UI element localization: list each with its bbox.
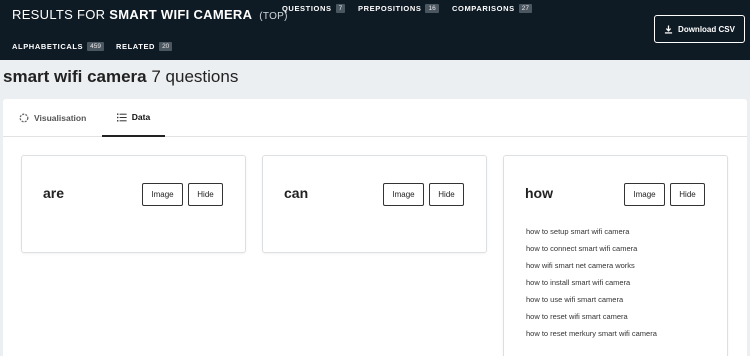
image-button[interactable]: Image: [624, 183, 665, 206]
hide-button[interactable]: Hide: [188, 183, 223, 206]
list-icon: [116, 113, 127, 121]
question-item[interactable]: how to use wifi smart camera: [526, 295, 657, 312]
nav-prepositions-label: PREPOSITIONS: [358, 4, 422, 13]
nav-prepositions-count: 16: [425, 4, 439, 13]
top-bar: RESULTS FOR SMART WIFI CAMERA (TOP) QUES…: [0, 0, 750, 60]
nav-alphabeticals-label: ALPHABETICALS: [12, 42, 84, 51]
tab-visualisation[interactable]: Visualisation: [19, 99, 86, 137]
page-title: smart wifi camera 7 questions: [3, 67, 238, 87]
circle-spinner-icon: [19, 113, 29, 123]
nav-related-count: 20: [159, 42, 173, 51]
question-item[interactable]: how to install smart wifi camera: [526, 278, 657, 295]
question-item[interactable]: how to connect smart wifi camera: [526, 244, 657, 261]
download-csv-button[interactable]: Download CSV: [654, 15, 745, 43]
page-title-keyword: smart wifi camera: [3, 67, 147, 86]
image-button[interactable]: Image: [142, 183, 183, 206]
nav-related-label: RELATED: [116, 42, 156, 51]
image-button[interactable]: Image: [383, 183, 424, 206]
hide-button[interactable]: Hide: [429, 183, 464, 206]
tab-visualisation-label: Visualisation: [34, 113, 87, 123]
hide-button[interactable]: Hide: [670, 183, 705, 206]
page-title-suffix: 7 questions: [146, 67, 239, 86]
card-title: can: [284, 185, 309, 201]
card-title: are: [43, 185, 65, 201]
question-card-can: can Image Hide: [262, 155, 487, 253]
download-icon: [664, 24, 673, 34]
question-item[interactable]: how to setup smart wifi camera: [526, 227, 657, 244]
nav-comparisons-label: COMPARISONS: [452, 4, 515, 13]
nav-questions[interactable]: QUESTIONS 7: [282, 4, 346, 13]
tab-data[interactable]: Data: [102, 99, 165, 137]
tab-data-label: Data: [131, 112, 151, 122]
question-item[interactable]: how to reset merkury smart wifi camera: [526, 329, 657, 346]
nav-comparisons-count: 27: [518, 4, 532, 13]
nav-alphabeticals-count: 459: [87, 42, 104, 51]
results-keyword: SMART WIFI CAMERA: [109, 7, 253, 22]
nav-related[interactable]: RELATED 20: [116, 42, 173, 51]
nav-questions-count: 7: [335, 4, 346, 13]
question-item[interactable]: how to reset wifi smart camera: [526, 312, 657, 329]
question-item[interactable]: how wifi smart net camera works: [526, 261, 657, 278]
question-card-how: how Image Hide how to setup smart wifi c…: [503, 155, 728, 356]
nav-alphabeticals[interactable]: ALPHABETICALS 459: [12, 42, 104, 51]
results-prefix: RESULTS FOR: [12, 7, 106, 22]
card-title: how: [525, 185, 553, 201]
results-panel: Visualisation Data are Image Hide can Im…: [3, 99, 747, 356]
question-list: how to setup smart wifi camera how to co…: [526, 227, 657, 346]
nav-prepositions[interactable]: PREPOSITIONS 16: [358, 4, 439, 13]
download-csv-label: Download CSV: [678, 24, 735, 34]
tab-bar: Visualisation Data: [3, 99, 747, 137]
question-card-are: are Image Hide: [21, 155, 246, 253]
nav-questions-label: QUESTIONS: [282, 4, 332, 13]
nav-comparisons[interactable]: COMPARISONS 27: [452, 4, 532, 13]
results-title: RESULTS FOR SMART WIFI CAMERA (TOP): [12, 7, 288, 22]
